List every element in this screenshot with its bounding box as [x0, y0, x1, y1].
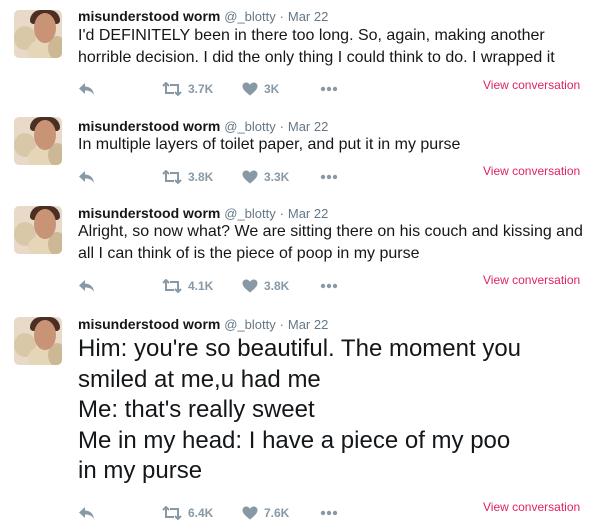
tweet-text-line: Alright, so now what? We are sitting the… [78, 223, 583, 240]
tweet-text: Him: you're so beautiful. The moment you… [78, 334, 598, 487]
view-conversation-link[interactable]: View conversation [483, 500, 580, 514]
more-icon [320, 86, 338, 92]
user-handle[interactable]: @_blotty [224, 206, 276, 221]
tweet-text-line: horrible decision. I did the only thing … [78, 49, 555, 66]
more-button[interactable] [320, 167, 338, 187]
like-button[interactable]: 7.6K [242, 503, 289, 523]
avatar[interactable] [14, 317, 62, 365]
reply-icon [79, 507, 94, 519]
retweet-icon [162, 279, 182, 293]
separator-dot: · [279, 317, 284, 332]
like-button[interactable]: 3K [242, 79, 279, 99]
heart-icon [242, 506, 258, 520]
user-handle[interactable]: @_blotty [224, 9, 276, 24]
reply-button[interactable] [78, 503, 95, 523]
heart-icon [242, 170, 258, 184]
like-count: 3K [264, 82, 280, 96]
tweet-header: misunderstood worm @_blotty · Mar 22 [78, 205, 328, 222]
tweet-actions: 6.4K 7.6K [78, 503, 378, 523]
tweet-text-line: in my purse [78, 457, 203, 484]
tweet-actions: 4.1K 3.8K [78, 276, 378, 296]
like-count: 3.3K [264, 170, 290, 184]
display-name[interactable]: misunderstood worm [78, 316, 220, 332]
separator-dot: · [279, 206, 284, 221]
display-name[interactable]: misunderstood worm [78, 205, 220, 221]
retweet-button[interactable]: 3.8K [162, 167, 213, 187]
retweet-button[interactable]: 4.1K [162, 276, 213, 296]
display-name[interactable]: misunderstood worm [78, 118, 220, 134]
more-icon [320, 283, 338, 289]
tweet-text: In multiple layers of toilet paper, and … [78, 134, 598, 156]
user-handle[interactable]: @_blotty [224, 317, 276, 332]
display-name[interactable]: misunderstood worm [78, 8, 220, 24]
more-icon [320, 510, 338, 516]
avatar[interactable] [14, 206, 62, 254]
tweet-date[interactable]: Mar 22 [288, 119, 328, 134]
reply-button[interactable] [78, 79, 95, 99]
retweet-count: 3.7K [188, 82, 214, 96]
tweet-date[interactable]: Mar 22 [288, 206, 328, 221]
avatar[interactable] [14, 117, 62, 165]
view-conversation-link[interactable]: View conversation [483, 78, 580, 92]
tweet-date[interactable]: Mar 22 [288, 9, 328, 24]
more-button[interactable] [320, 276, 338, 296]
tweet-header: misunderstood worm @_blotty · Mar 22 [78, 8, 328, 25]
reply-button[interactable] [78, 167, 95, 187]
tweet-text-line: all I can think of is the piece of poop … [78, 245, 420, 262]
view-conversation-link[interactable]: View conversation [483, 164, 580, 178]
avatar[interactable] [14, 10, 62, 58]
tweet-text: I'd DEFINITELY been in there too long. S… [78, 25, 598, 69]
heart-icon [242, 279, 258, 293]
heart-icon [242, 82, 258, 96]
retweet-count: 3.8K [188, 170, 214, 184]
tweet-actions: 3.8K 3.3K [78, 167, 378, 187]
more-button[interactable] [320, 79, 338, 99]
tweet-text-line: In multiple layers of toilet paper, and … [78, 136, 461, 153]
retweet-icon [162, 506, 182, 520]
retweet-button[interactable]: 3.7K [162, 79, 213, 99]
retweet-button[interactable]: 6.4K [162, 503, 213, 523]
reply-icon [79, 171, 94, 183]
retweet-count: 4.1K [188, 279, 214, 293]
retweet-icon [162, 82, 182, 96]
reply-icon [79, 83, 94, 95]
reply-button[interactable] [78, 276, 95, 296]
like-button[interactable]: 3.3K [242, 167, 289, 187]
view-conversation-link[interactable]: View conversation [483, 273, 580, 287]
tweet-text-line: Him: you're so beautiful. The moment you [78, 335, 522, 362]
tweet-text-line: I'd DEFINITELY been in there too long. S… [78, 27, 545, 44]
separator-dot: · [279, 119, 284, 134]
tweet-text-line: Me: that's really sweet [78, 396, 315, 423]
tweet-text-line: Me in my head: I have a piece of my poo [78, 426, 511, 454]
more-button[interactable] [320, 503, 338, 523]
tweet-date[interactable]: Mar 22 [288, 317, 328, 332]
separator-dot: · [279, 9, 284, 24]
tweet-actions: 3.7K 3K [78, 79, 378, 99]
tweet-text: Alright, so now what? We are sitting the… [78, 221, 598, 265]
like-count: 7.6K [264, 506, 290, 520]
like-button[interactable]: 3.8K [242, 276, 289, 296]
retweet-count: 6.4K [188, 506, 214, 520]
more-icon [320, 174, 338, 180]
tweet-header: misunderstood worm @_blotty · Mar 22 [78, 118, 328, 135]
like-count: 3.8K [264, 279, 290, 293]
user-handle[interactable]: @_blotty [224, 119, 276, 134]
tweet-header: misunderstood worm @_blotty · Mar 22 [78, 316, 328, 333]
tweet-text-line: smiled at me,u had me [78, 365, 321, 393]
retweet-icon [162, 170, 182, 184]
reply-icon [79, 280, 94, 292]
